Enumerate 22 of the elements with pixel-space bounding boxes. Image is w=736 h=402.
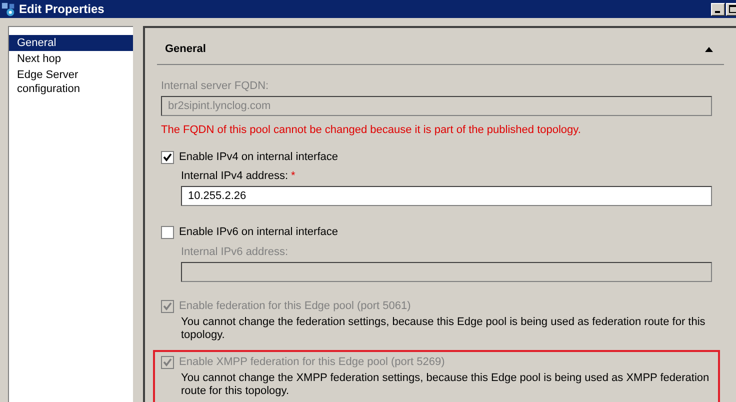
- sidebar-item[interactable]: General: [9, 35, 133, 51]
- maximize-button[interactable]: [726, 2, 736, 16]
- checkbox-label: Enable XMPP federation for this Edge pool (port 5269): [179, 356, 445, 369]
- checkbox-label: Enable IPv6 on internal interface: [179, 226, 338, 239]
- info-text: You cannot change the federation settings, because this Edge pool is being used as federation route for this topology.: [180, 316, 706, 342]
- checkbox-label: Enable federation for this Edge pool (port 5061): [179, 300, 411, 313]
- field-label: Internal server FQDN:: [161, 80, 270, 93]
- app-icon: [1, 2, 16, 16]
- info-text: You cannot change the XMPP federation settings, because this Edge pool is being used as XMPP federation route for this topology.: [180, 372, 710, 398]
- checkbox-label: Enable IPv4 on internal interface: [179, 151, 338, 164]
- required-mark: *: [291, 170, 296, 182]
- text-field[interactable]: 10.255.2.26: [181, 186, 712, 206]
- checkbox[interactable]: [161, 226, 174, 239]
- sidebar-item[interactable]: Edge Server configuration: [9, 67, 133, 97]
- section-title: General: [165, 43, 206, 56]
- field-label: Internal IPv4 address: *: [181, 170, 296, 183]
- error-message: The FQDN of this pool cannot be changed because it is part of the published topology.: [161, 124, 582, 137]
- field-label: Internal IPv6 address:: [181, 246, 290, 259]
- checkbox[interactable]: [161, 151, 174, 164]
- minimize-button[interactable]: [711, 2, 725, 16]
- sidebar-item[interactable]: Next hop: [9, 51, 133, 67]
- window-title: Edit Properties: [19, 2, 104, 16]
